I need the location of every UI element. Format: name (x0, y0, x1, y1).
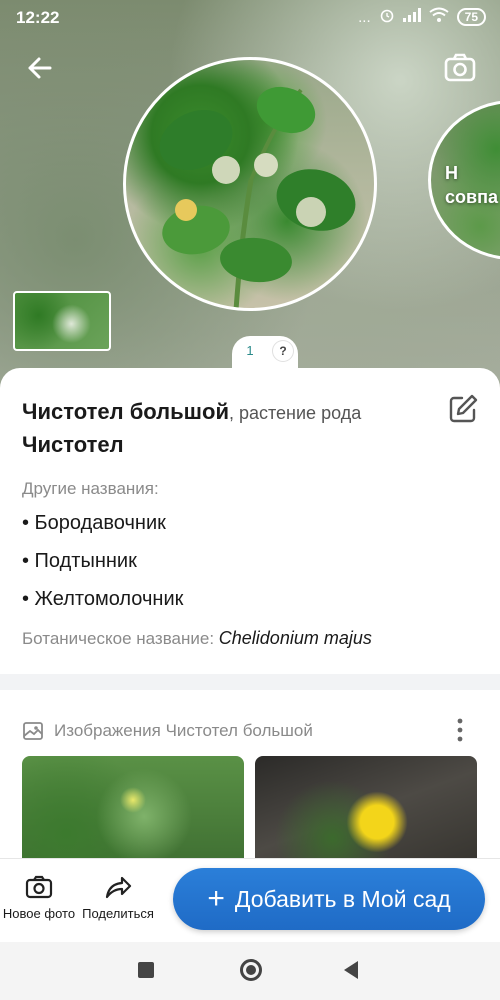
plant-title: Чистотел большой, растение рода Чистотел (22, 396, 442, 461)
status-time: 12:22 (16, 8, 60, 27)
more-vertical-icon (457, 718, 463, 742)
alarm-icon (379, 7, 395, 27)
plant-name: Чистотел большой (22, 399, 229, 424)
new-photo-label: Новое фото (2, 906, 76, 921)
plus-icon: + (207, 882, 225, 915)
back-button[interactable] (22, 50, 58, 86)
back-triangle-icon[interactable] (344, 961, 358, 979)
plant-name-suffix: , растение рода (228, 403, 362, 423)
signal-icon (402, 8, 421, 26)
gallery-image[interactable] (22, 756, 244, 866)
camera-icon (444, 53, 476, 82)
page-indicator-active[interactable]: 1 (240, 341, 260, 361)
battery-icon: 75 (456, 8, 486, 26)
recent-apps-icon[interactable] (138, 962, 154, 978)
gallery-image[interactable] (255, 756, 477, 866)
new-photo-button[interactable]: Новое фото (0, 872, 81, 921)
camera-button[interactable] (442, 50, 478, 86)
plant-photo-next[interactable]: Н совпа (428, 100, 500, 260)
share-label: Поделиться (82, 906, 154, 921)
add-to-garden-label: Добавить в Мой сад (234, 885, 451, 912)
status-icons: ... 75 (358, 7, 486, 27)
arrow-left-icon (28, 57, 52, 79)
home-icon[interactable] (240, 959, 262, 981)
plant-illustration (159, 86, 356, 308)
notification-dots-icon: ... (358, 8, 371, 26)
match-label: Н совпа (445, 163, 498, 207)
help-button[interactable]: ? (273, 341, 293, 361)
plant-photo-main[interactable] (123, 57, 377, 311)
images-section-title: Изображения Чистотел большой (54, 721, 313, 740)
other-name-item: • Подтынник (22, 550, 137, 572)
share-icon (105, 876, 132, 899)
botanical-name: Chelidonium majus (218, 628, 372, 648)
other-name-item: • Желтомолочник (22, 588, 184, 610)
more-options-button[interactable] (450, 716, 470, 744)
edit-button[interactable] (446, 392, 480, 426)
add-to-garden-button[interactable]: + Добавить в Мой сад (173, 868, 485, 930)
user-photo-thumbnail[interactable] (13, 291, 111, 351)
status-bar: 12:22 ... 75 (0, 0, 500, 36)
share-button[interactable]: Поделиться (76, 872, 160, 921)
plant-genus[interactable]: Чистотел (22, 432, 124, 457)
other-names-label: Другие названия: (22, 479, 159, 498)
botanical-name-row: Ботаническое название: Chelidonium majus (22, 628, 372, 649)
edit-icon (449, 394, 478, 423)
botanical-label: Ботаническое название: (22, 629, 219, 648)
gallery-icon (23, 722, 43, 740)
wifi-icon (429, 7, 449, 27)
images-section-header: Изображения Чистотел большой (22, 718, 313, 744)
other-name-item: • Бородавочник (22, 512, 166, 534)
camera-icon (25, 875, 53, 899)
